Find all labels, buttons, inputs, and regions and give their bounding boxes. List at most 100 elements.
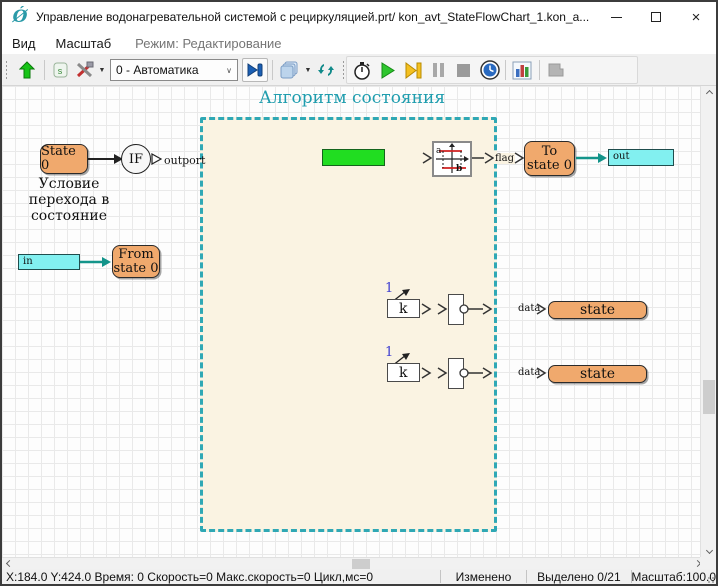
resize-grip[interactable] xyxy=(707,576,715,584)
timer-button[interactable] xyxy=(350,58,374,82)
maximize-icon xyxy=(651,12,661,22)
toolbar-separator xyxy=(44,60,45,80)
chevron-up-icon xyxy=(705,89,712,96)
state-var-label: state xyxy=(580,302,615,318)
note-line: перехода в xyxy=(10,192,128,208)
tools-dropdown[interactable]: ▼ xyxy=(96,58,108,82)
hysteresis-icon: a b xyxy=(434,143,470,175)
from-state-block[interactable]: From state 0 xyxy=(112,245,160,278)
from-state-line: From xyxy=(118,248,153,262)
green-up-arrow-icon xyxy=(19,61,35,79)
in-port-block[interactable]: in xyxy=(18,254,80,270)
state-input-port xyxy=(536,367,547,379)
scroll-left-button[interactable] xyxy=(2,558,16,569)
not-output xyxy=(459,303,493,315)
out-port-block[interactable]: out xyxy=(608,149,674,166)
pause-icon xyxy=(432,62,445,78)
scroll-up-button[interactable] xyxy=(701,86,717,100)
state-var-label: state xyxy=(580,366,615,382)
vertical-scroll-thumb[interactable] xyxy=(703,380,715,414)
scroll-down-button[interactable] xyxy=(701,543,717,557)
note-line: Условие xyxy=(10,176,128,192)
step-forward-icon xyxy=(405,62,422,79)
status-bar: X:184.0 Y:424.0 Время: 0 Скорость=0 Макс… xyxy=(2,569,716,584)
horizontal-scroll-thumb[interactable] xyxy=(352,559,370,569)
menu-view[interactable]: Вид xyxy=(2,36,46,51)
run-button[interactable] xyxy=(376,58,400,82)
layers-dropdown[interactable]: ▼ xyxy=(302,58,314,82)
step-button[interactable] xyxy=(401,58,425,82)
hysteresis-a-label: a xyxy=(436,146,442,156)
chevron-down-icon: ∨ xyxy=(226,66,232,75)
fit-selection-button[interactable] xyxy=(242,58,268,82)
gain-block[interactable]: k xyxy=(387,363,420,382)
status-modified: Изменено xyxy=(440,570,526,584)
in-label: in xyxy=(23,256,33,267)
toolbar: s ▼ 0 - Автоматика ∨ xyxy=(2,54,716,86)
close-button[interactable]: × xyxy=(676,2,716,32)
hysteresis-block[interactable]: a b xyxy=(432,141,472,177)
menu-scale[interactable]: Масштаб xyxy=(46,36,122,51)
play-to-bar-icon xyxy=(246,62,264,78)
gain-label: k xyxy=(399,365,407,381)
if-label: IF xyxy=(129,152,143,167)
mode-select[interactable]: 0 - Автоматика ∨ xyxy=(110,59,238,81)
gain-block[interactable]: k xyxy=(387,299,420,318)
connector-state0-if xyxy=(88,153,124,165)
connector-in-from xyxy=(80,256,112,268)
hysteresis-output-port xyxy=(472,152,494,164)
condition-note[interactable]: Условие перехода в состояние xyxy=(10,176,128,224)
title-bar[interactable]: Ǿ Управление водонагревательной системой… xyxy=(2,2,716,32)
not-input-port xyxy=(437,303,448,315)
state0-label: State 0 xyxy=(41,145,87,173)
flag-label: flag xyxy=(494,153,515,164)
diagram-canvas[interactable]: Алгоритм состояния State 0 IF outport Ус… xyxy=(2,86,702,557)
toolbar-grip[interactable] xyxy=(342,60,345,80)
log-icon xyxy=(547,62,564,78)
pause-button[interactable] xyxy=(427,58,449,82)
chevron-down-icon xyxy=(705,546,712,553)
play-icon xyxy=(380,62,396,79)
navigate-up-button[interactable] xyxy=(14,58,40,82)
refresh-arrows-icon xyxy=(317,62,335,78)
stacked-layers-icon xyxy=(279,61,299,80)
not-input-port xyxy=(437,367,448,379)
state-var-block[interactable]: state xyxy=(548,301,647,319)
state-var-block[interactable]: state xyxy=(548,365,647,383)
to-state-line: To xyxy=(542,145,558,159)
gain-output-port xyxy=(421,303,432,315)
window-title: Управление водонагревательной системой с… xyxy=(36,10,589,24)
out-label: out xyxy=(613,151,629,162)
toolbar-grip[interactable] xyxy=(5,60,8,80)
log-button[interactable] xyxy=(543,58,567,82)
sync-button[interactable] xyxy=(314,58,338,82)
from-state-line: state 0 xyxy=(114,262,159,276)
to-state-block[interactable]: To state 0 xyxy=(524,141,575,176)
horizontal-scrollbar[interactable] xyxy=(2,557,704,569)
chevron-left-icon xyxy=(5,560,12,567)
layers-button[interactable] xyxy=(276,58,302,82)
indicator-block[interactable] xyxy=(322,149,385,166)
app-logo-icon: Ǿ xyxy=(10,7,30,27)
time-button[interactable] xyxy=(477,58,503,82)
menu-bar: Вид Масштаб Режим: Редактирование xyxy=(2,32,716,54)
svg-text:s: s xyxy=(57,66,62,76)
minimize-button[interactable] xyxy=(596,2,636,32)
stopwatch-icon xyxy=(353,61,371,80)
hammer-wrench-icon xyxy=(75,61,95,79)
gain-output-port xyxy=(421,367,432,379)
script-button[interactable]: s xyxy=(48,58,72,82)
outport-label: outport xyxy=(164,154,205,167)
if-block[interactable]: IF xyxy=(121,144,151,174)
stop-icon xyxy=(456,63,471,78)
chevron-down-icon: ▼ xyxy=(99,67,106,74)
tools-button[interactable] xyxy=(72,58,98,82)
script-icon: s xyxy=(52,61,69,79)
state0-block[interactable]: State 0 xyxy=(40,144,88,174)
scrollbar-corner xyxy=(700,557,716,569)
chart-button[interactable] xyxy=(509,58,535,82)
stop-button[interactable] xyxy=(451,58,475,82)
vertical-scrollbar[interactable] xyxy=(700,86,716,557)
status-selected: Выделено 0/21 xyxy=(527,570,631,584)
maximize-button[interactable] xyxy=(636,2,676,32)
